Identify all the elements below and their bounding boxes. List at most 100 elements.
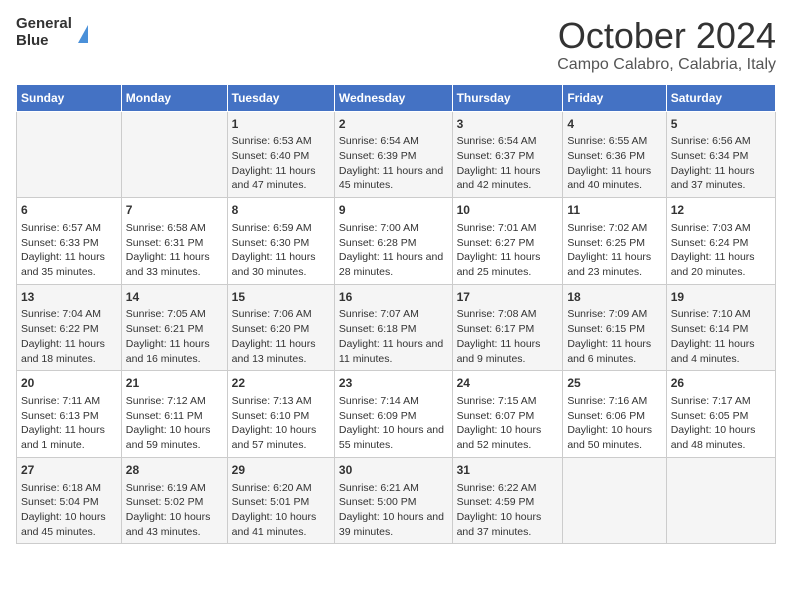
day-cell: 6 Sunrise: 6:57 AMSunset: 6:33 PMDaylight… [17, 198, 122, 285]
day-number: 5 [671, 116, 771, 133]
day-content: Sunrise: 7:06 AMSunset: 6:20 PMDaylight:… [232, 307, 330, 366]
day-number: 11 [567, 202, 661, 219]
day-content: Sunrise: 7:01 AMSunset: 6:27 PMDaylight:… [457, 221, 559, 280]
day-cell [563, 457, 666, 544]
day-cell: 11 Sunrise: 7:02 AMSunset: 6:25 PMDayligh… [563, 198, 666, 285]
day-number: 26 [671, 375, 771, 392]
day-cell: 31Sunrise: 6:22 AMSunset: 4:59 PMDayligh… [452, 457, 563, 544]
day-number: 14 [126, 289, 223, 306]
day-number: 12 [671, 202, 771, 219]
day-content: Sunrise: 7:12 AMSunset: 6:11 PMDaylight:… [126, 394, 223, 453]
day-content: Sunrise: 6:57 AMSunset: 6:33 PMDaylight:… [21, 221, 117, 280]
day-number: 30 [339, 462, 448, 479]
day-content: Sunrise: 7:08 AMSunset: 6:17 PMDaylight:… [457, 307, 559, 366]
day-content: Sunrise: 6:58 AMSunset: 6:31 PMDaylight:… [126, 221, 223, 280]
day-content: Sunrise: 6:21 AMSunset: 5:00 PMDaylight:… [339, 481, 448, 540]
day-content: Sunrise: 6:53 AMSunset: 6:40 PMDaylight:… [232, 134, 330, 193]
day-cell: 27Sunrise: 6:18 AMSunset: 5:04 PMDayligh… [17, 457, 122, 544]
day-content: Sunrise: 6:54 AMSunset: 6:37 PMDaylight:… [457, 134, 559, 193]
day-content: Sunrise: 7:02 AMSunset: 6:25 PMDaylight:… [567, 221, 661, 280]
day-number: 25 [567, 375, 661, 392]
day-content: Sunrise: 7:16 AMSunset: 6:06 PMDaylight:… [567, 394, 661, 453]
day-cell: 22 Sunrise: 7:13 AMSunset: 6:10 PMDayligh… [227, 371, 334, 458]
day-number: 16 [339, 289, 448, 306]
day-content: Sunrise: 7:14 AMSunset: 6:09 PMDaylight:… [339, 394, 448, 453]
day-content: Sunrise: 6:54 AMSunset: 6:39 PMDaylight:… [339, 134, 448, 193]
day-cell: 21 Sunrise: 7:12 AMSunset: 6:11 PMDayligh… [121, 371, 227, 458]
calendar-header: Sunday Monday Tuesday Wednesday Thursday… [17, 84, 776, 111]
week-row-2: 6 Sunrise: 6:57 AMSunset: 6:33 PMDaylight… [17, 198, 776, 285]
day-cell: 12 Sunrise: 7:03 AMSunset: 6:24 PMDayligh… [666, 198, 775, 285]
day-cell: 24Sunrise: 7:15 AMSunset: 6:07 PMDayligh… [452, 371, 563, 458]
day-number: 9 [339, 202, 448, 219]
day-cell: 18Sunrise: 7:09 AMSunset: 6:15 PMDayligh… [563, 284, 666, 371]
col-saturday: Saturday [666, 84, 775, 111]
day-cell: 5Sunrise: 6:56 AMSunset: 6:34 PMDaylight… [666, 111, 775, 198]
day-content: Sunrise: 7:00 AMSunset: 6:28 PMDaylight:… [339, 221, 448, 280]
day-content: Sunrise: 6:56 AMSunset: 6:34 PMDaylight:… [671, 134, 771, 193]
day-number: 18 [567, 289, 661, 306]
calendar-table: Sunday Monday Tuesday Wednesday Thursday… [16, 84, 776, 545]
logo-line2: Blue [16, 33, 72, 50]
logo-arrow-icon [78, 25, 88, 43]
week-row-1: 1Sunrise: 6:53 AMSunset: 6:40 PMDaylight… [17, 111, 776, 198]
day-content: Sunrise: 7:13 AMSunset: 6:10 PMDaylight:… [232, 394, 330, 453]
day-cell: 25 Sunrise: 7:16 AMSunset: 6:06 PMDayligh… [563, 371, 666, 458]
col-wednesday: Wednesday [334, 84, 452, 111]
day-number: 15 [232, 289, 330, 306]
day-number: 7 [126, 202, 223, 219]
day-content: Sunrise: 7:07 AMSunset: 6:18 PMDaylight:… [339, 307, 448, 366]
day-cell: 23Sunrise: 7:14 AMSunset: 6:09 PMDayligh… [334, 371, 452, 458]
day-cell: 13Sunrise: 7:04 AMSunset: 6:22 PMDayligh… [17, 284, 122, 371]
day-number: 13 [21, 289, 117, 306]
day-number: 22 [232, 375, 330, 392]
col-friday: Friday [563, 84, 666, 111]
day-cell: 4Sunrise: 6:55 AMSunset: 6:36 PMDaylight… [563, 111, 666, 198]
day-cell: 2Sunrise: 6:54 AMSunset: 6:39 PMDaylight… [334, 111, 452, 198]
calendar-body: 1Sunrise: 6:53 AMSunset: 6:40 PMDaylight… [17, 111, 776, 544]
day-cell: 9 Sunrise: 7:00 AMSunset: 6:28 PMDaylight… [334, 198, 452, 285]
col-tuesday: Tuesday [227, 84, 334, 111]
day-content: Sunrise: 7:03 AMSunset: 6:24 PMDaylight:… [671, 221, 771, 280]
day-content: Sunrise: 7:09 AMSunset: 6:15 PMDaylight:… [567, 307, 661, 366]
day-cell: 15Sunrise: 7:06 AMSunset: 6:20 PMDayligh… [227, 284, 334, 371]
col-sunday: Sunday [17, 84, 122, 111]
day-cell: 3Sunrise: 6:54 AMSunset: 6:37 PMDaylight… [452, 111, 563, 198]
day-cell: 14Sunrise: 7:05 AMSunset: 6:21 PMDayligh… [121, 284, 227, 371]
col-monday: Monday [121, 84, 227, 111]
day-cell: 7 Sunrise: 6:58 AMSunset: 6:31 PMDaylight… [121, 198, 227, 285]
page-header: General Blue October 2024 Campo Calabro,… [16, 16, 776, 74]
day-cell [121, 111, 227, 198]
day-number: 8 [232, 202, 330, 219]
logo: General Blue [16, 16, 88, 49]
day-number: 17 [457, 289, 559, 306]
day-content: Sunrise: 7:05 AMSunset: 6:21 PMDaylight:… [126, 307, 223, 366]
day-cell: 10Sunrise: 7:01 AMSunset: 6:27 PMDayligh… [452, 198, 563, 285]
day-number: 1 [232, 116, 330, 133]
day-cell [666, 457, 775, 544]
day-number: 28 [126, 462, 223, 479]
day-cell: 30 Sunrise: 6:21 AMSunset: 5:00 PMDayligh… [334, 457, 452, 544]
day-number: 6 [21, 202, 117, 219]
day-number: 3 [457, 116, 559, 133]
day-content: Sunrise: 6:55 AMSunset: 6:36 PMDaylight:… [567, 134, 661, 193]
week-row-4: 20Sunrise: 7:11 AMSunset: 6:13 PMDayligh… [17, 371, 776, 458]
logo-line1: General [16, 16, 72, 33]
day-cell: 17Sunrise: 7:08 AMSunset: 6:17 PMDayligh… [452, 284, 563, 371]
calendar-subtitle: Campo Calabro, Calabria, Italy [557, 56, 776, 74]
day-number: 21 [126, 375, 223, 392]
day-content: Sunrise: 7:10 AMSunset: 6:14 PMDaylight:… [671, 307, 771, 366]
week-row-5: 27Sunrise: 6:18 AMSunset: 5:04 PMDayligh… [17, 457, 776, 544]
week-row-3: 13Sunrise: 7:04 AMSunset: 6:22 PMDayligh… [17, 284, 776, 371]
day-number: 29 [232, 462, 330, 479]
day-content: Sunrise: 6:20 AMSunset: 5:01 PMDaylight:… [232, 481, 330, 540]
day-content: Sunrise: 7:04 AMSunset: 6:22 PMDaylight:… [21, 307, 117, 366]
day-cell: 20Sunrise: 7:11 AMSunset: 6:13 PMDayligh… [17, 371, 122, 458]
day-cell: 28Sunrise: 6:19 AMSunset: 5:02 PMDayligh… [121, 457, 227, 544]
day-content: Sunrise: 6:59 AMSunset: 6:30 PMDaylight:… [232, 221, 330, 280]
day-cell: 19Sunrise: 7:10 AMSunset: 6:14 PMDayligh… [666, 284, 775, 371]
day-number: 20 [21, 375, 117, 392]
day-number: 24 [457, 375, 559, 392]
day-cell: 1Sunrise: 6:53 AMSunset: 6:40 PMDaylight… [227, 111, 334, 198]
day-cell: 29 Sunrise: 6:20 AMSunset: 5:01 PMDayligh… [227, 457, 334, 544]
